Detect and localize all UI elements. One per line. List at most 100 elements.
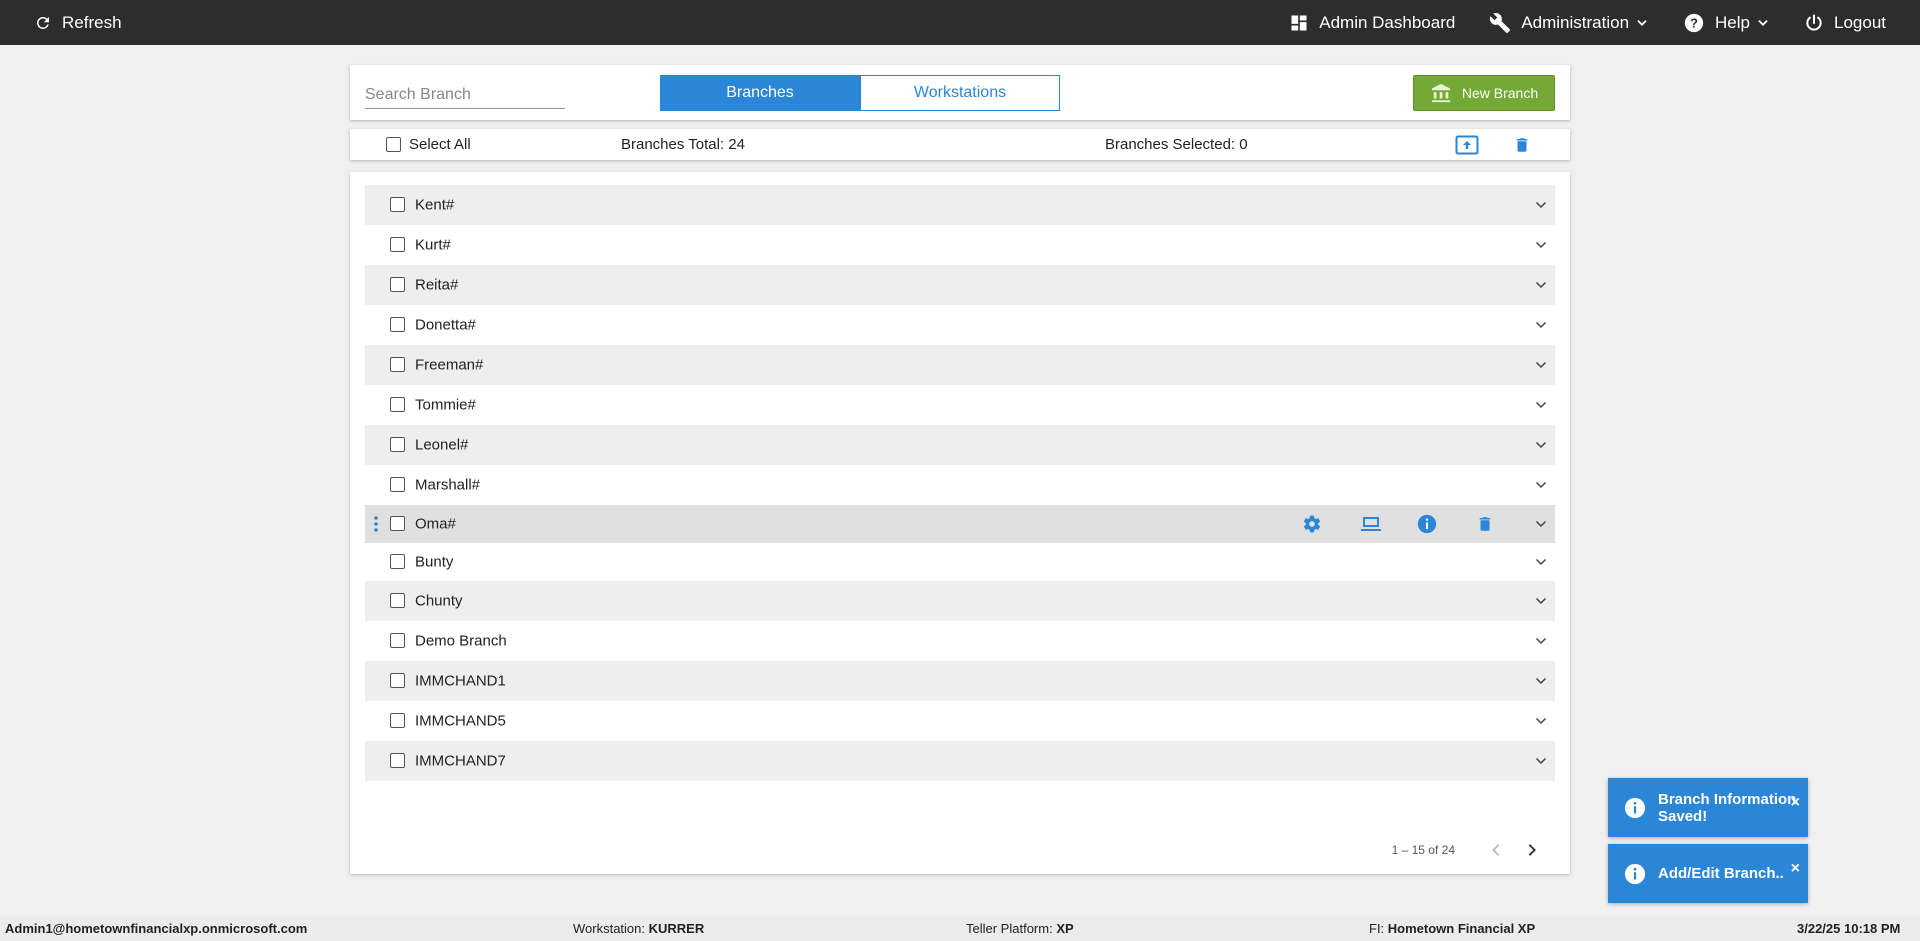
bank-icon — [1431, 83, 1450, 103]
chevron-down-icon — [1758, 19, 1768, 26]
toast-close-button[interactable]: × — [1791, 794, 1800, 812]
select-all-checkbox[interactable] — [386, 137, 401, 152]
tab-branches[interactable]: Branches — [660, 75, 860, 111]
branch-checkbox[interactable] — [390, 753, 405, 768]
upload-button[interactable] — [1455, 135, 1479, 159]
chevron-down-icon[interactable] — [1535, 240, 1547, 250]
fi-value: Hometown Financial XP — [1387, 921, 1536, 936]
delete-selected-button[interactable] — [1513, 135, 1531, 159]
branch-row[interactable]: Chunty — [365, 581, 1555, 621]
branch-list-card: Kent# Kurt# Reita# Donetta# Freeman# Tom… — [350, 172, 1570, 874]
search-branch-input[interactable] — [365, 81, 565, 109]
chevron-down-icon[interactable] — [1535, 557, 1547, 567]
dashboard-icon — [1291, 15, 1307, 30]
branch-row[interactable]: Freeman# — [365, 345, 1555, 385]
workstation-label: Workstation: — [573, 921, 649, 936]
branch-row[interactable]: Tommie# — [365, 385, 1555, 425]
list-toolbar: Select All Branches Total: 24 Branches S… — [350, 129, 1570, 160]
admin-dashboard-label: Admin Dashboard — [1319, 12, 1456, 32]
branch-row[interactable]: Bunty — [365, 543, 1555, 581]
branch-row-hovered[interactable]: Oma# — [365, 505, 1555, 543]
branch-row[interactable]: Kent# — [365, 185, 1555, 225]
branch-row[interactable]: Demo Branch — [365, 621, 1555, 661]
teller-value: XP — [1056, 921, 1074, 936]
chevron-down-icon[interactable] — [1535, 440, 1547, 450]
new-branch-button[interactable]: New Branch — [1413, 75, 1555, 111]
branch-name: Kurt# — [415, 236, 451, 254]
drag-handle-icon[interactable] — [374, 515, 378, 533]
branch-checkbox[interactable] — [390, 713, 405, 728]
chevron-down-icon[interactable] — [1535, 756, 1547, 766]
branch-row[interactable]: Donetta# — [365, 305, 1555, 345]
help-icon: ? — [1684, 13, 1704, 32]
chevron-down-icon[interactable] — [1535, 480, 1547, 490]
branch-name: Demo Branch — [415, 632, 507, 650]
branch-name: Donetta# — [415, 316, 476, 334]
branch-list: Kent# Kurt# Reita# Donetta# Freeman# Tom… — [365, 185, 1555, 781]
branch-checkbox[interactable] — [390, 673, 405, 688]
branch-name: IMMCHAND7 — [415, 752, 506, 770]
branch-settings-button[interactable] — [1302, 514, 1322, 538]
admin-dashboard-link[interactable]: Admin Dashboard — [1289, 13, 1455, 33]
branch-name: Tommie# — [415, 396, 476, 414]
power-icon — [1806, 14, 1822, 31]
branch-row[interactable]: Kurt# — [365, 225, 1555, 265]
svg-text:?: ? — [1690, 15, 1698, 30]
chevron-down-icon[interactable] — [1535, 360, 1547, 370]
branch-checkbox[interactable] — [390, 554, 405, 569]
chevron-down-icon[interactable] — [1535, 596, 1547, 606]
refresh-button[interactable]: Refresh — [0, 13, 122, 33]
new-branch-label: New Branch — [1461, 85, 1539, 101]
select-all[interactable]: Select All — [386, 136, 471, 153]
upload-icon — [1455, 135, 1479, 155]
administration-menu[interactable]: Administration — [1489, 12, 1649, 34]
chevron-down-icon[interactable] — [1535, 676, 1547, 686]
next-page-button[interactable] — [1527, 843, 1537, 857]
branch-checkbox[interactable] — [390, 633, 405, 648]
branch-checkbox[interactable] — [390, 397, 405, 412]
branch-header-card: Branches Workstations New Branch — [350, 65, 1570, 120]
logout-button[interactable]: Logout — [1804, 13, 1886, 33]
branch-checkbox[interactable] — [390, 197, 405, 212]
branch-checkbox[interactable] — [390, 516, 405, 531]
help-menu[interactable]: ? Help — [1683, 12, 1770, 34]
toast-close-button[interactable]: × — [1791, 860, 1800, 878]
branch-name: Oma# — [415, 515, 456, 533]
branch-name: Leonel# — [415, 436, 469, 454]
trash-icon — [1479, 517, 1491, 531]
branch-name: IMMCHAND5 — [415, 712, 506, 730]
branch-row[interactable]: IMMCHAND5 — [365, 701, 1555, 741]
pagination: 1 – 15 of 24 — [1392, 843, 1537, 857]
branch-checkbox[interactable] — [390, 237, 405, 252]
branch-checkbox[interactable] — [390, 317, 405, 332]
chevron-down-icon[interactable] — [1535, 716, 1547, 726]
chevron-down-icon[interactable] — [1535, 519, 1547, 529]
branch-checkbox[interactable] — [390, 437, 405, 452]
branch-checkbox[interactable] — [390, 477, 405, 492]
branch-row[interactable]: Reita# — [365, 265, 1555, 305]
chevron-down-icon[interactable] — [1535, 200, 1547, 210]
branch-name: IMMCHAND1 — [415, 672, 506, 690]
laptop-icon — [1361, 517, 1381, 531]
branch-info-button[interactable] — [1417, 514, 1437, 538]
branch-name: Kent# — [415, 196, 455, 214]
branch-row[interactable]: IMMCHAND1 — [365, 661, 1555, 701]
branch-checkbox[interactable] — [390, 277, 405, 292]
chevron-down-icon[interactable] — [1535, 636, 1547, 646]
chevron-down-icon[interactable] — [1535, 400, 1547, 410]
chevron-down-icon[interactable] — [1535, 280, 1547, 290]
branch-row[interactable]: Leonel# — [365, 425, 1555, 465]
branch-workstations-button[interactable] — [1359, 514, 1383, 538]
tab-workstations[interactable]: Workstations — [860, 75, 1060, 111]
branch-delete-button[interactable] — [1476, 514, 1494, 538]
chevron-down-icon[interactable] — [1535, 320, 1547, 330]
branch-checkbox[interactable] — [390, 593, 405, 608]
previous-page-button[interactable] — [1491, 843, 1501, 857]
status-user: Admin1@hometownfinancialxp.onmicrosoft.c… — [5, 921, 308, 936]
branch-row[interactable]: IMMCHAND7 — [365, 741, 1555, 781]
branch-checkbox[interactable] — [390, 357, 405, 372]
branch-row[interactable]: Marshall# — [365, 465, 1555, 505]
toast-message: Add/Edit Branch.. — [1658, 865, 1784, 882]
select-all-label: Select All — [409, 136, 471, 153]
info-icon — [1624, 797, 1646, 819]
